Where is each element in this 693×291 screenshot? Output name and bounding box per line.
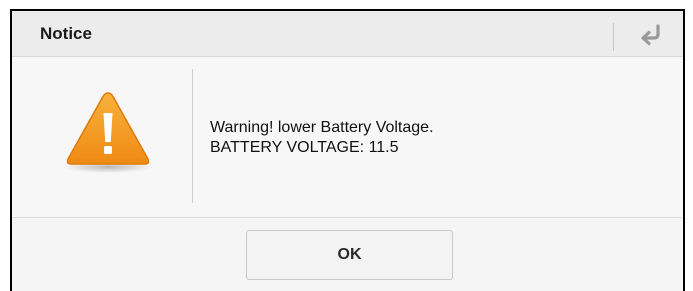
- dialog-body: Warning! lower Battery Voltage. BATTERY …: [12, 57, 683, 218]
- message-line-1: Warning! lower Battery Voltage.: [210, 119, 434, 136]
- notice-dialog: Notice Warning! lower Battery Voltage. B…: [10, 9, 685, 291]
- message-line-2: BATTERY VOLTAGE: 11.5: [210, 139, 399, 156]
- body-divider: [192, 69, 193, 203]
- dialog-footer: OK: [12, 218, 683, 291]
- warning-message: Warning! lower Battery Voltage. BATTERY …: [210, 118, 434, 158]
- back-return-icon: [634, 19, 670, 51]
- dialog-title: Notice: [40, 24, 92, 43]
- warning-triangle-icon: [62, 87, 154, 180]
- header-divider: [613, 23, 614, 51]
- dialog-header: Notice: [12, 11, 683, 57]
- ok-button[interactable]: OK: [246, 230, 453, 280]
- back-button[interactable]: [634, 19, 670, 51]
